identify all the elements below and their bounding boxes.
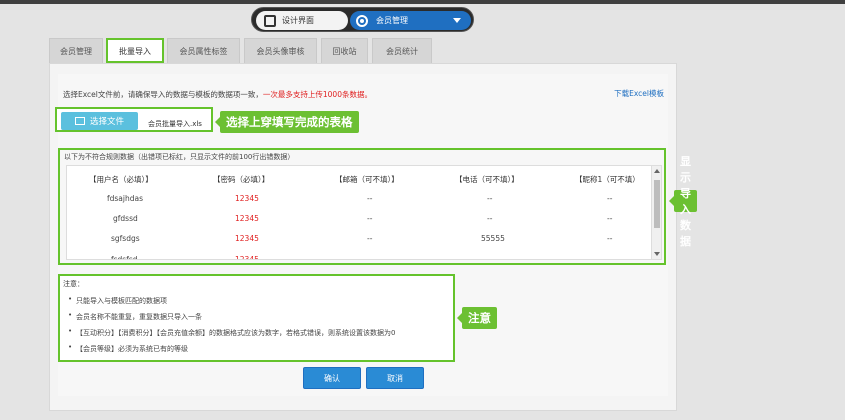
table-cell: -- [607, 234, 613, 243]
tab-member-management[interactable]: 会员管理 [49, 38, 103, 63]
list-item: 只能导入与模板匹配的数据项 [68, 295, 395, 312]
column-header: 【邮箱（可不填）】 [335, 175, 399, 184]
tab-member-tags[interactable]: 会员属性标签 [167, 38, 240, 63]
upload-callout: 选择上穿填写完成的表格 [215, 111, 359, 133]
gear-icon [356, 14, 368, 27]
table-cell: 12345 [235, 214, 259, 223]
table-cell: -- [367, 214, 373, 223]
data-callout: 显示导入数据 [669, 155, 697, 248]
design-icon [264, 14, 276, 27]
scroll-thumb[interactable] [654, 180, 660, 228]
member-management-dropdown[interactable]: 会员管理 [350, 11, 471, 30]
member-management-label: 会员管理 [376, 16, 408, 25]
choose-file-button[interactable]: 选择文件 [61, 112, 138, 130]
notes-area: 注意： 只能导入与模板匹配的数据项 会员名称不能重复，重复数据只导入一条 【互动… [58, 274, 455, 362]
tab-member-stats[interactable]: 会员统计 [372, 38, 432, 63]
table-cell: -- [367, 194, 373, 203]
design-view-label: 设计界面 [282, 16, 314, 25]
table-cell: 12345 [235, 194, 259, 203]
scroll-up-icon[interactable] [654, 169, 660, 173]
table-cell: -- [487, 214, 493, 223]
tab-recycle-bin[interactable]: 回收站 [321, 38, 368, 63]
table-cell: -- [367, 234, 373, 243]
table-cell: fsdsfsd [111, 255, 138, 260]
cancel-button[interactable]: 取消 [366, 367, 424, 389]
list-item: 【互动积分】【消费积分】【会员充值余额】的数据格式应该为数字，若格式错误，则系统… [68, 327, 395, 344]
chevron-down-icon [453, 18, 461, 23]
notice-text: 选择Excel文件前，请确保导入的数据与模板的数据项一致， [63, 90, 263, 99]
table-cell: gfdssd [113, 214, 138, 223]
list-item: 【会员等级】必须为系统已有的等级 [68, 343, 395, 360]
table-cell: fdsajhdas [107, 194, 144, 203]
notice-highlight: 一次最多支持上传1000条数据。 [262, 90, 372, 99]
list-item: 会员名称不能重复，重复数据只导入一条 [68, 311, 395, 328]
data-table: 【用户名（必填）】 【密码（必填）】 【邮箱（可不填）】 【电话（可不填）】 【… [66, 165, 662, 260]
scroll-down-icon[interactable] [654, 252, 660, 256]
table-cell: -- [487, 194, 493, 203]
table-cell: -- [607, 194, 613, 203]
notes-list: 只能导入与模板匹配的数据项 会员名称不能重复，重复数据只导入一条 【互动积分】【… [68, 295, 395, 360]
column-header: 【密码（必填）】 [213, 175, 270, 184]
top-bar [0, 0, 845, 4]
column-header: 【电话（可不填）】 [455, 175, 519, 184]
tab-avatar-review[interactable]: 会员头像审核 [244, 38, 317, 63]
batch-import-panel: 选择Excel文件前，请确保导入的数据与模板的数据项一致，一次最多支持上传100… [49, 63, 697, 411]
image-icon [74, 117, 85, 125]
table-cell: 55555 [481, 234, 505, 243]
notes-title: 注意： [63, 280, 84, 288]
design-view-button[interactable]: 设计界面 [256, 11, 348, 30]
table-cell: 12345 [235, 234, 259, 243]
column-header: 【用户名（必填）】 [89, 175, 153, 184]
table-scrollbar[interactable] [651, 166, 661, 259]
column-header: 【昵称1（可不填） [575, 175, 640, 184]
table-cell: -- [607, 214, 613, 223]
note-callout: 注意 [457, 307, 497, 329]
table-cell: 12345 [235, 255, 259, 260]
import-data-area: 以下为不符合规则数据（出错项已标红，只显示文件的前100行出错数据） 【用户名（… [58, 148, 666, 265]
confirm-button[interactable]: 确认 [303, 367, 361, 389]
selected-filename: 会员批量导入.xls [148, 120, 202, 128]
download-template-link[interactable]: 下载Excel模板 [614, 88, 664, 99]
mode-switch: 设计界面 会员管理 [251, 7, 474, 32]
table-cell: sgfsdgs [111, 234, 140, 243]
tab-batch-import[interactable]: 批量导入 [106, 38, 164, 63]
upload-area: 选择文件 会员批量导入.xls [55, 107, 213, 132]
choose-file-label: 选择文件 [89, 117, 124, 127]
import-notice: 选择Excel文件前，请确保导入的数据与模板的数据项一致，一次最多支持上传100… [63, 89, 372, 100]
data-caption: 以下为不符合规则数据（出错项已标红，只显示文件的前100行出错数据） [64, 153, 295, 161]
